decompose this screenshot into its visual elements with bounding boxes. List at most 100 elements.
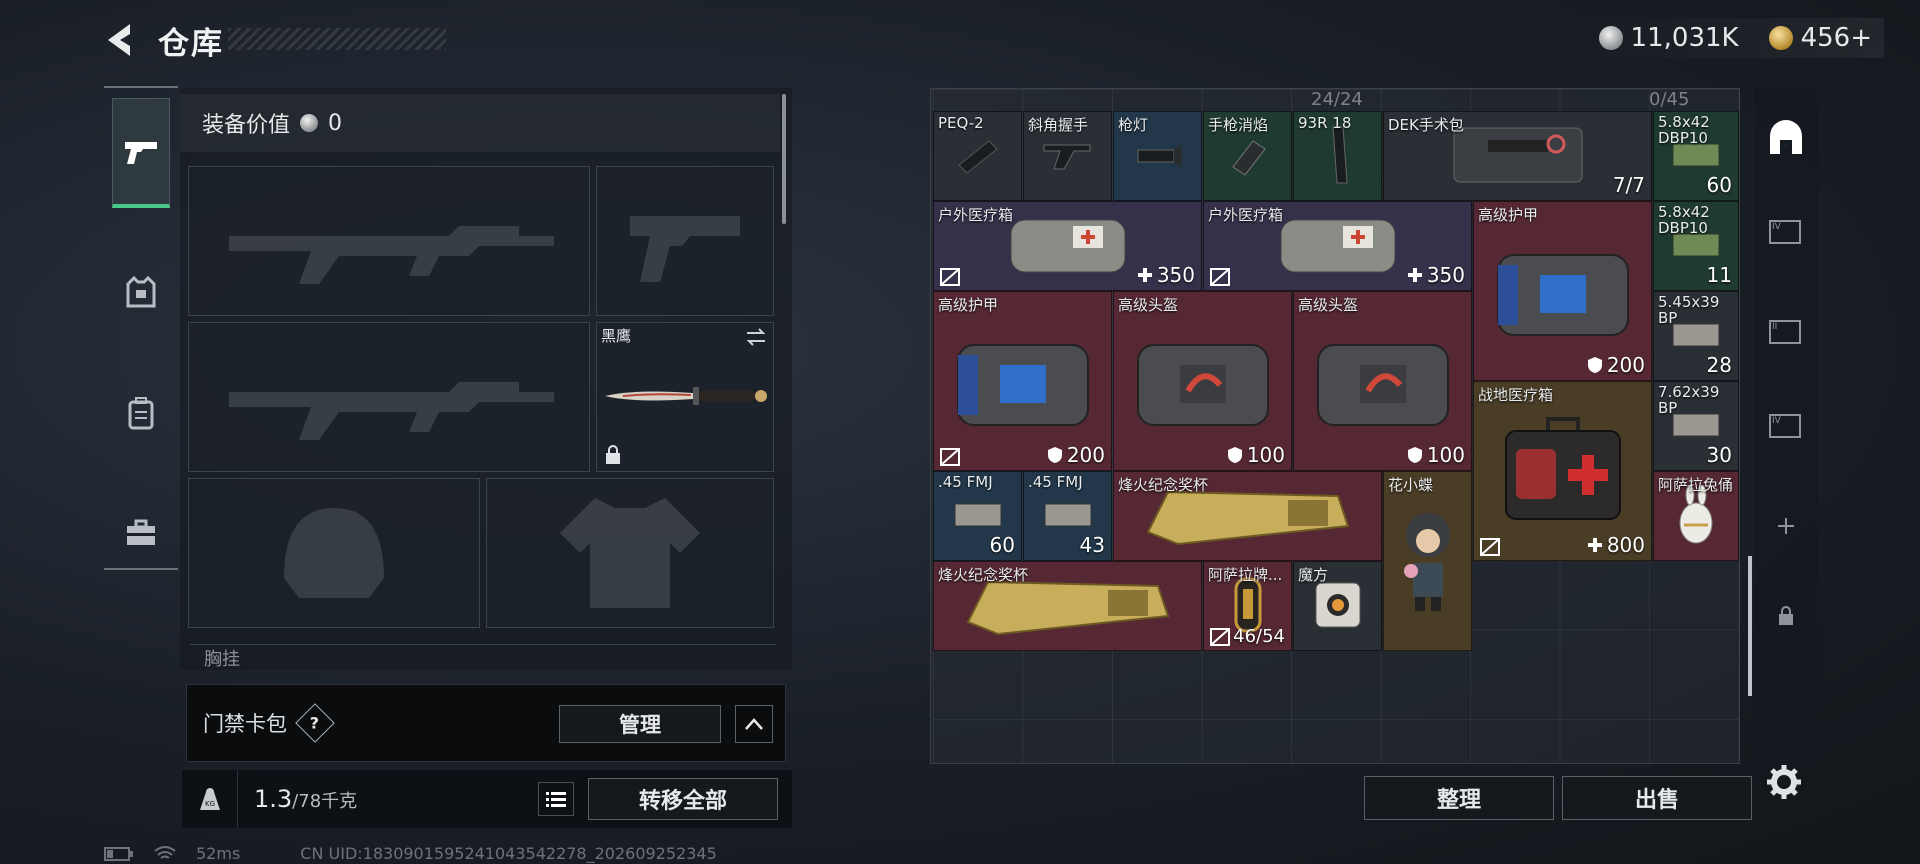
weight-readout: 1.3/78千克 bbox=[254, 785, 357, 813]
inventory-item[interactable]: 烽火纪念奖杯 bbox=[933, 561, 1202, 651]
transfer-all-button[interactable]: 转移全部 bbox=[588, 778, 778, 820]
uid-readout: CN UID:1830901595241043542278_2026092523… bbox=[300, 844, 717, 863]
inventory-item[interactable]: 阿萨拉兔俑 bbox=[1653, 471, 1739, 561]
gold-coin-icon bbox=[1768, 26, 1793, 50]
chevron-up-icon bbox=[745, 718, 763, 730]
svg-text:II: II bbox=[1772, 322, 1777, 332]
inventory-item[interactable]: 5.8x42 DBP10 60 bbox=[1653, 111, 1739, 201]
svg-text:KG: KG bbox=[204, 800, 214, 808]
item-count: 60 bbox=[989, 533, 1015, 557]
silver-amount: 11,031K bbox=[1630, 23, 1739, 53]
armor-slot[interactable] bbox=[486, 478, 774, 628]
magazine-icon bbox=[1300, 126, 1375, 184]
surgical-kit-icon bbox=[1390, 127, 1645, 183]
tab-weapons[interactable] bbox=[112, 98, 170, 208]
item-value: 350 bbox=[1137, 263, 1195, 287]
storage-page-2-icon: II bbox=[1769, 320, 1801, 344]
laser-module-icon bbox=[940, 128, 1015, 182]
sell-button[interactable]: 出售 bbox=[1562, 776, 1752, 820]
tab-safebox[interactable] bbox=[112, 478, 170, 588]
locked-storage-button[interactable] bbox=[1766, 596, 1806, 636]
inventory-item[interactable]: 户外医疗箱 350 bbox=[933, 201, 1202, 291]
inventory-item[interactable]: 花小蝶 bbox=[1383, 471, 1472, 651]
equipment-value-header: 装备价值 0 bbox=[180, 94, 780, 152]
secondary-weapon-slot[interactable] bbox=[188, 322, 590, 472]
inventory-item[interactable]: 7.62x39 BP 30 bbox=[1653, 381, 1739, 471]
swap-icon[interactable] bbox=[745, 327, 767, 347]
storage-page-4-button[interactable]: IV bbox=[1766, 212, 1806, 252]
add-storage-button[interactable] bbox=[1766, 506, 1806, 546]
lock-icon bbox=[1779, 606, 1793, 625]
inventory-item[interactable]: 高级头盔 100 bbox=[1293, 291, 1472, 471]
inventory-item[interactable]: 阿萨拉牌... 46/54 bbox=[1203, 561, 1292, 651]
item-value: 200 bbox=[1047, 443, 1105, 467]
rifle-silhouette-icon bbox=[189, 323, 589, 471]
storage-capacity-used: 24/24 bbox=[1311, 89, 1363, 110]
item-durability: 46/54 bbox=[1233, 626, 1285, 647]
lock-icon bbox=[606, 445, 620, 464]
list-view-button[interactable] bbox=[538, 782, 574, 816]
sort-button[interactable]: 整理 bbox=[1364, 776, 1554, 820]
armor-vest-icon bbox=[126, 276, 156, 308]
wifi-icon bbox=[154, 845, 176, 859]
currency-bar: 11,031K 456+ bbox=[1586, 18, 1884, 58]
inventory-item[interactable]: 5.45x39 BP 28 bbox=[1653, 291, 1739, 381]
shield-icon bbox=[1227, 447, 1242, 463]
inventory-item[interactable]: .45 FMJ 43 bbox=[1023, 471, 1112, 561]
status-bar: 52ms CN UID:1830901595241043542278_20260… bbox=[104, 844, 717, 863]
back-button[interactable] bbox=[100, 18, 140, 62]
storage-scrollbar[interactable] bbox=[1748, 556, 1752, 696]
inventory-item[interactable]: 魔方 bbox=[1293, 561, 1382, 651]
page-title: 仓库 bbox=[158, 26, 224, 62]
inventory-item[interactable]: 枪灯 bbox=[1113, 111, 1202, 201]
inventory-item[interactable]: 战地医疗箱 800 bbox=[1473, 381, 1652, 561]
storage-page-2-button[interactable]: II bbox=[1766, 312, 1806, 352]
melee-slot[interactable]: 黑鹰 bbox=[596, 322, 774, 472]
inventory-item[interactable]: 93R 18 bbox=[1293, 111, 1382, 201]
gear-icon bbox=[1767, 765, 1801, 799]
inventory-item[interactable]: 户外医疗箱 350 bbox=[1203, 201, 1472, 291]
settings-button[interactable] bbox=[1764, 762, 1804, 802]
inventory-item[interactable]: 高级护甲 200 bbox=[1473, 201, 1652, 381]
inventory-item[interactable]: 烽火纪念奖杯 bbox=[1113, 471, 1382, 561]
keycard-label: 门禁卡包 bbox=[203, 712, 287, 736]
inventory-item[interactable]: 斜角握手 bbox=[1023, 111, 1112, 201]
inventory-item[interactable]: .45 FMJ 60 bbox=[933, 471, 1022, 561]
primary-weapon-slot[interactable] bbox=[188, 166, 590, 316]
item-value: 100 bbox=[1407, 443, 1465, 467]
figurine-icon bbox=[1390, 488, 1465, 632]
storage-home-icon bbox=[1770, 120, 1802, 154]
help-button[interactable]: ? bbox=[295, 703, 335, 743]
silver-coin-icon bbox=[300, 114, 319, 132]
equipment-panel: 装备价值 0 黑鹰 胸挂 bbox=[180, 88, 792, 670]
gold-amount[interactable]: 456+ bbox=[1801, 23, 1872, 53]
shield-icon bbox=[1047, 447, 1062, 463]
tab-backpack[interactable] bbox=[112, 358, 170, 468]
item-value: 800 bbox=[1587, 533, 1645, 557]
item-count: 30 bbox=[1706, 443, 1732, 467]
svg-text:IV: IV bbox=[1772, 222, 1782, 232]
shield-icon bbox=[1407, 447, 1422, 463]
collapse-button[interactable] bbox=[735, 705, 773, 743]
inventory-item[interactable]: 高级护甲 200 bbox=[933, 291, 1112, 471]
pistol-slot[interactable] bbox=[596, 166, 774, 316]
flashlight-icon bbox=[1120, 128, 1195, 182]
inventory-item[interactable]: 高级头盔 100 bbox=[1113, 291, 1292, 471]
item-count: 43 bbox=[1079, 533, 1105, 557]
equipment-scrollbar[interactable] bbox=[782, 94, 786, 224]
plus-icon bbox=[1778, 518, 1794, 534]
chest-rig-label: 胸挂 bbox=[190, 644, 776, 670]
grip-icon bbox=[1030, 128, 1105, 182]
storage-page-4b-button[interactable]: IV bbox=[1766, 406, 1806, 446]
inventory-item[interactable]: 5.8x42 DBP10 11 bbox=[1653, 201, 1739, 291]
briefcase-icon bbox=[127, 519, 155, 545]
storage-home-button[interactable] bbox=[1764, 116, 1808, 160]
helmet-slot[interactable] bbox=[188, 478, 480, 628]
item-count: 28 bbox=[1706, 353, 1732, 377]
tab-armor[interactable] bbox=[112, 238, 170, 348]
suppressor-icon bbox=[1210, 128, 1285, 182]
inventory-item[interactable]: DEK手术包 7/7 bbox=[1383, 111, 1652, 201]
manage-button[interactable]: 管理 bbox=[559, 705, 721, 743]
inventory-item[interactable]: 手枪消焰 bbox=[1203, 111, 1292, 201]
inventory-item[interactable]: PEQ-2 bbox=[933, 111, 1022, 201]
